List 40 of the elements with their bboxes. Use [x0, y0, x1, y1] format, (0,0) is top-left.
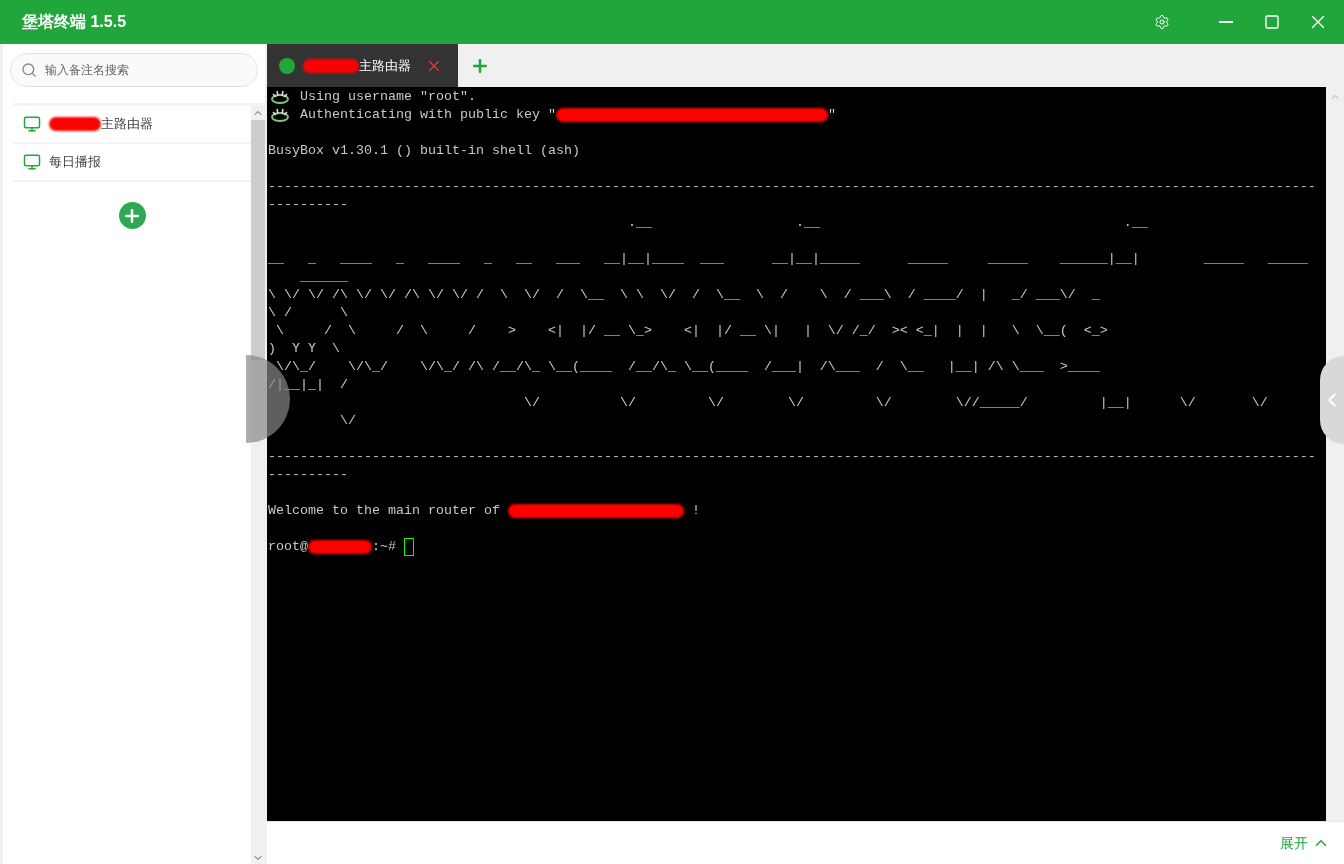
cursor: [404, 538, 414, 556]
tab-title: 主路由器: [359, 56, 411, 75]
add-host-button[interactable]: [118, 202, 146, 229]
host-item[interactable]: 主路由器: [13, 106, 251, 144]
maximize-icon: [1264, 14, 1280, 30]
terminal-text: .__ .__ .__: [626, 214, 1148, 232]
terminal-text: ": [827, 106, 836, 124]
session-tab[interactable]: 主路由器: [267, 44, 458, 87]
terminal-text: -----------------------------------------------------------------------------------------------------------------------------------: [268, 178, 1316, 196]
terminal-text: :~#: [372, 538, 397, 556]
host-name: 每日播报: [49, 153, 101, 172]
window-title: 堡塔终端 1.5.5: [22, 12, 127, 32]
redaction-mark: [308, 540, 372, 554]
settings-icon: [1154, 14, 1170, 30]
terminal-text: \/\_/ \/\_/ \/\_/ /\ /__/\_ \__(____ /__/\_ \__(____ /___| /\___ / \__ |__| /\ \___ >____: [275, 358, 1100, 376]
terminal-text: \/: [338, 412, 356, 430]
search-field[interactable]: 输入备注名搜索: [10, 53, 258, 87]
terminal-text: Using username "root".: [300, 88, 476, 106]
terminal-text: \ / \: [268, 304, 348, 322]
monitor-icon: [23, 115, 41, 133]
terminal-text: ) Y Y \: [268, 340, 340, 358]
terminal-text: !: [690, 502, 700, 520]
host-name: 主路由器: [101, 115, 153, 134]
terminal-text: __ _ ____ _ ____ _ __ ___ __|__|____ ___ __|__|_____ _____ _____ ______|__| _____ _____: [268, 250, 1308, 268]
terminal-text: \/ \/ \/ \/ \/ \//_____/ |__| \/ \/: [522, 394, 1268, 412]
terminal-text: BusyBox v1.30.1 () built-in shell (ash): [268, 142, 580, 160]
terminal-text: /|__|_| /: [268, 376, 348, 394]
search-icon: [21, 62, 37, 78]
terminal-text: Welcome to the main router of: [268, 502, 501, 520]
terminal-text: root@: [268, 538, 308, 556]
terminal-text: -----------------------------------------------------------------------------------------------------------------------------------: [268, 448, 1316, 466]
terminal-text: \ \/ \/ /\ \/ \/ /\ \/ \/ / \ \/ / \__ \ \ \/ / \__ \ / \ / ___\ / ____/ | _/ ___\/ _: [268, 286, 1100, 304]
terminal-text: ----------: [268, 466, 348, 484]
monitor-icon: [23, 153, 41, 171]
terminal-text: ----------: [268, 196, 348, 214]
terminal-text: ______: [299, 268, 348, 286]
terminal-text: Authenticating with public key ": [300, 106, 556, 124]
search-input[interactable]: 输入备注名搜索: [45, 61, 247, 79]
terminal-text: \ / \ / \ / > <| |/ __ \_> <| |/ __ \| | \/ /_/ >< <_| | | \ \__( <_>: [275, 322, 1108, 340]
minimize-icon: [1219, 21, 1233, 23]
